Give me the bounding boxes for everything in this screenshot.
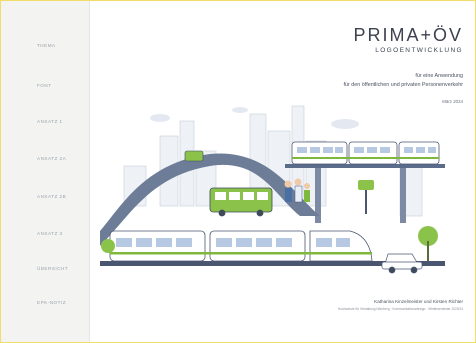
logo-title: PRIMA+ÖV (353, 25, 463, 45)
sidebar: THEMA FONT ANSATZ 1 ANSATZ 2A ANSATZ 2B … (1, 1, 90, 342)
nav-item-ansatz-3[interactable]: ANSATZ 3 (37, 231, 63, 236)
logo-subtitle: LOGOENTWICKLUNG (375, 47, 463, 54)
nav-item-uebersicht[interactable]: ÜBERSICHT (37, 266, 68, 271)
page-content: PRIMA+ÖV LOGOENTWICKLUNG für eine Anwend… (90, 1, 475, 342)
ground-train (109, 230, 373, 262)
credits: Katharina Kinzelmeister und Kirsten Rich… (374, 299, 463, 304)
nav-item-epk-notiz[interactable]: EPK-NOTIZ (37, 300, 66, 305)
transit-city-illustration (100, 105, 445, 274)
green-bus (209, 187, 273, 217)
date-label: März 2024 (442, 99, 463, 104)
stop-sign (358, 180, 374, 214)
elevated-train (291, 141, 440, 165)
nav-item-ansatz-2a[interactable]: ANSATZ 2A (37, 156, 66, 161)
nav-item-ansatz-2b[interactable]: ANSATZ 2B (37, 194, 66, 199)
small-green-car (184, 150, 204, 162)
description-line-2: für den öffentlichen und privaten Person… (343, 82, 463, 88)
nav-item-thema[interactable]: THEMA (37, 43, 56, 48)
nav-item-ansatz-1[interactable]: ANSATZ 1 (37, 119, 63, 124)
white-car (381, 253, 423, 274)
description-line-1: für eine Anwendung (415, 73, 463, 79)
document-frame: THEMA FONT ANSATZ 1 ANSATZ 2A ANSATZ 2B … (0, 0, 476, 343)
nav-item-font[interactable]: FONT (37, 83, 52, 88)
credits-fine-print: Hochschule für Gestaltung Nürnberg · Kom… (337, 307, 463, 311)
